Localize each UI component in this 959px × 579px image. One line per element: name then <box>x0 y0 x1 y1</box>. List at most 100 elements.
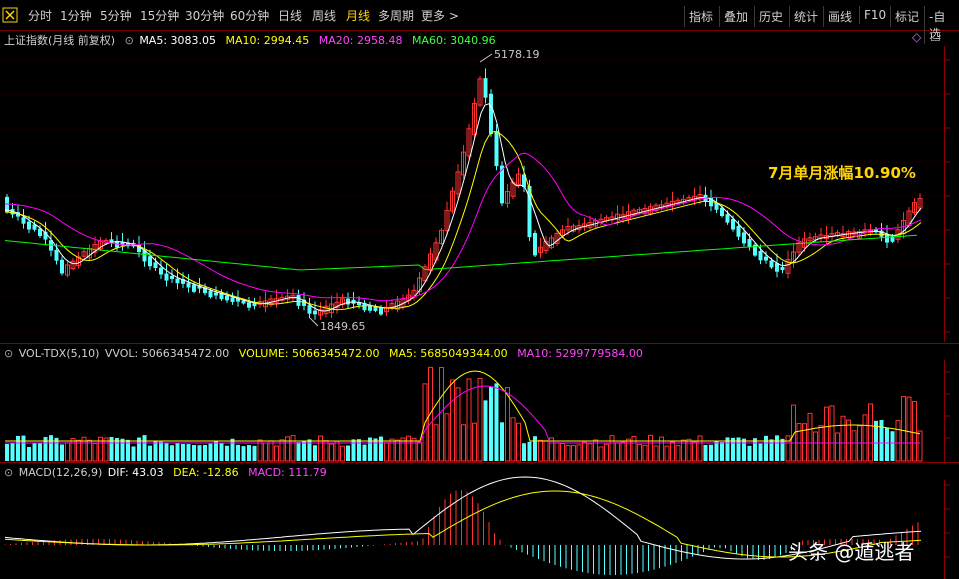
volume-bar <box>906 396 912 462</box>
volume-bar <box>433 424 439 462</box>
volume-bar <box>522 443 526 461</box>
volume-bar <box>753 438 757 461</box>
volume-bar <box>598 446 604 462</box>
volume-bar <box>175 442 180 461</box>
volume-bar <box>895 420 901 462</box>
volume-bar <box>411 437 417 462</box>
volume-bar <box>153 441 158 461</box>
volume-bar <box>159 441 163 461</box>
volume-bar <box>65 442 70 462</box>
dif-line <box>4 476 922 560</box>
candle-body <box>164 273 169 281</box>
volume-bar <box>38 443 42 461</box>
volume-bar <box>609 435 615 462</box>
volume-bar <box>27 446 31 461</box>
volume-bar <box>505 387 510 462</box>
candle-body <box>153 262 158 268</box>
volume-bar <box>60 444 64 461</box>
volume-bar <box>186 444 191 461</box>
candle-body <box>170 275 174 279</box>
candle-body <box>736 225 741 237</box>
candle-body <box>758 250 763 261</box>
volume-bar <box>92 442 98 462</box>
volume-bar <box>334 440 340 462</box>
high-price-label: 5178.19 <box>494 48 540 61</box>
volume-bar <box>917 430 923 462</box>
volume-bar <box>653 445 659 462</box>
candle-body <box>186 282 191 288</box>
volume-bar <box>357 439 361 461</box>
volume-bar <box>862 414 868 462</box>
volume-bar <box>742 438 746 461</box>
volume-bar <box>230 438 235 461</box>
high-marker <box>479 53 493 63</box>
vol-ma10-line <box>5 385 920 444</box>
volume-bar <box>164 442 169 461</box>
candle-body <box>489 93 493 134</box>
volume-bar <box>444 413 450 462</box>
candle-body <box>725 214 730 223</box>
volume-bar <box>703 444 708 461</box>
candle-body <box>379 307 383 315</box>
volume-bar <box>208 443 213 461</box>
dea-line <box>4 490 922 558</box>
volume-bar <box>764 435 768 461</box>
kline-chart[interactable] <box>0 0 959 579</box>
candle-body <box>230 297 235 302</box>
volume-bar <box>120 438 125 461</box>
volume-bar <box>466 378 472 462</box>
volume-bar <box>472 422 477 462</box>
volume-bar <box>225 445 229 461</box>
volume-bar <box>241 446 246 461</box>
candle-body <box>346 298 350 305</box>
volume-bar <box>692 441 697 462</box>
candle-body <box>313 310 317 315</box>
volume-bar <box>192 445 196 461</box>
candle-body <box>21 217 26 224</box>
volume-bar <box>49 435 53 461</box>
volume-bar <box>527 441 532 461</box>
low-price-label: 1849.65 <box>320 320 366 333</box>
volume-bar <box>10 443 15 461</box>
volume-bar <box>500 422 504 461</box>
volume-bar <box>274 445 279 462</box>
volume-bar <box>851 430 857 462</box>
volume-bar <box>236 444 240 461</box>
volume-bar <box>587 443 593 462</box>
volume-bar <box>912 401 917 462</box>
candle-body <box>175 278 180 284</box>
volume-bar <box>329 443 334 462</box>
volume-bar <box>203 444 207 461</box>
volume-bar <box>252 445 257 461</box>
volume-bar <box>16 435 20 461</box>
candle-body <box>159 267 163 275</box>
volume-bar <box>709 444 713 461</box>
volume-bar <box>373 438 378 461</box>
volume-bar <box>560 442 565 462</box>
candle-body <box>60 259 64 274</box>
volume-bar <box>197 445 202 461</box>
volume-bar <box>170 445 174 461</box>
volume-bar <box>576 444 582 462</box>
volume-bar <box>890 431 895 461</box>
volume-bar <box>533 436 537 461</box>
volume-bar <box>885 427 889 461</box>
volume-bar <box>181 443 185 461</box>
volume-bar <box>720 442 724 461</box>
volume-bar <box>70 438 76 462</box>
volume-bar <box>5 444 9 461</box>
volume-bar <box>807 412 813 462</box>
volume-bar <box>835 432 840 462</box>
volume-bar <box>758 443 763 461</box>
volume-bar <box>648 434 653 462</box>
volume-bar <box>901 396 906 462</box>
volume-bar <box>554 442 560 462</box>
volume-bar <box>582 441 587 462</box>
volume-bar <box>214 441 218 461</box>
candle-body <box>214 292 218 296</box>
volume-bar <box>384 442 389 462</box>
candle-body <box>208 290 213 298</box>
volume-bar <box>247 445 251 461</box>
volume-bar <box>846 419 851 462</box>
volume-bar <box>664 445 670 462</box>
